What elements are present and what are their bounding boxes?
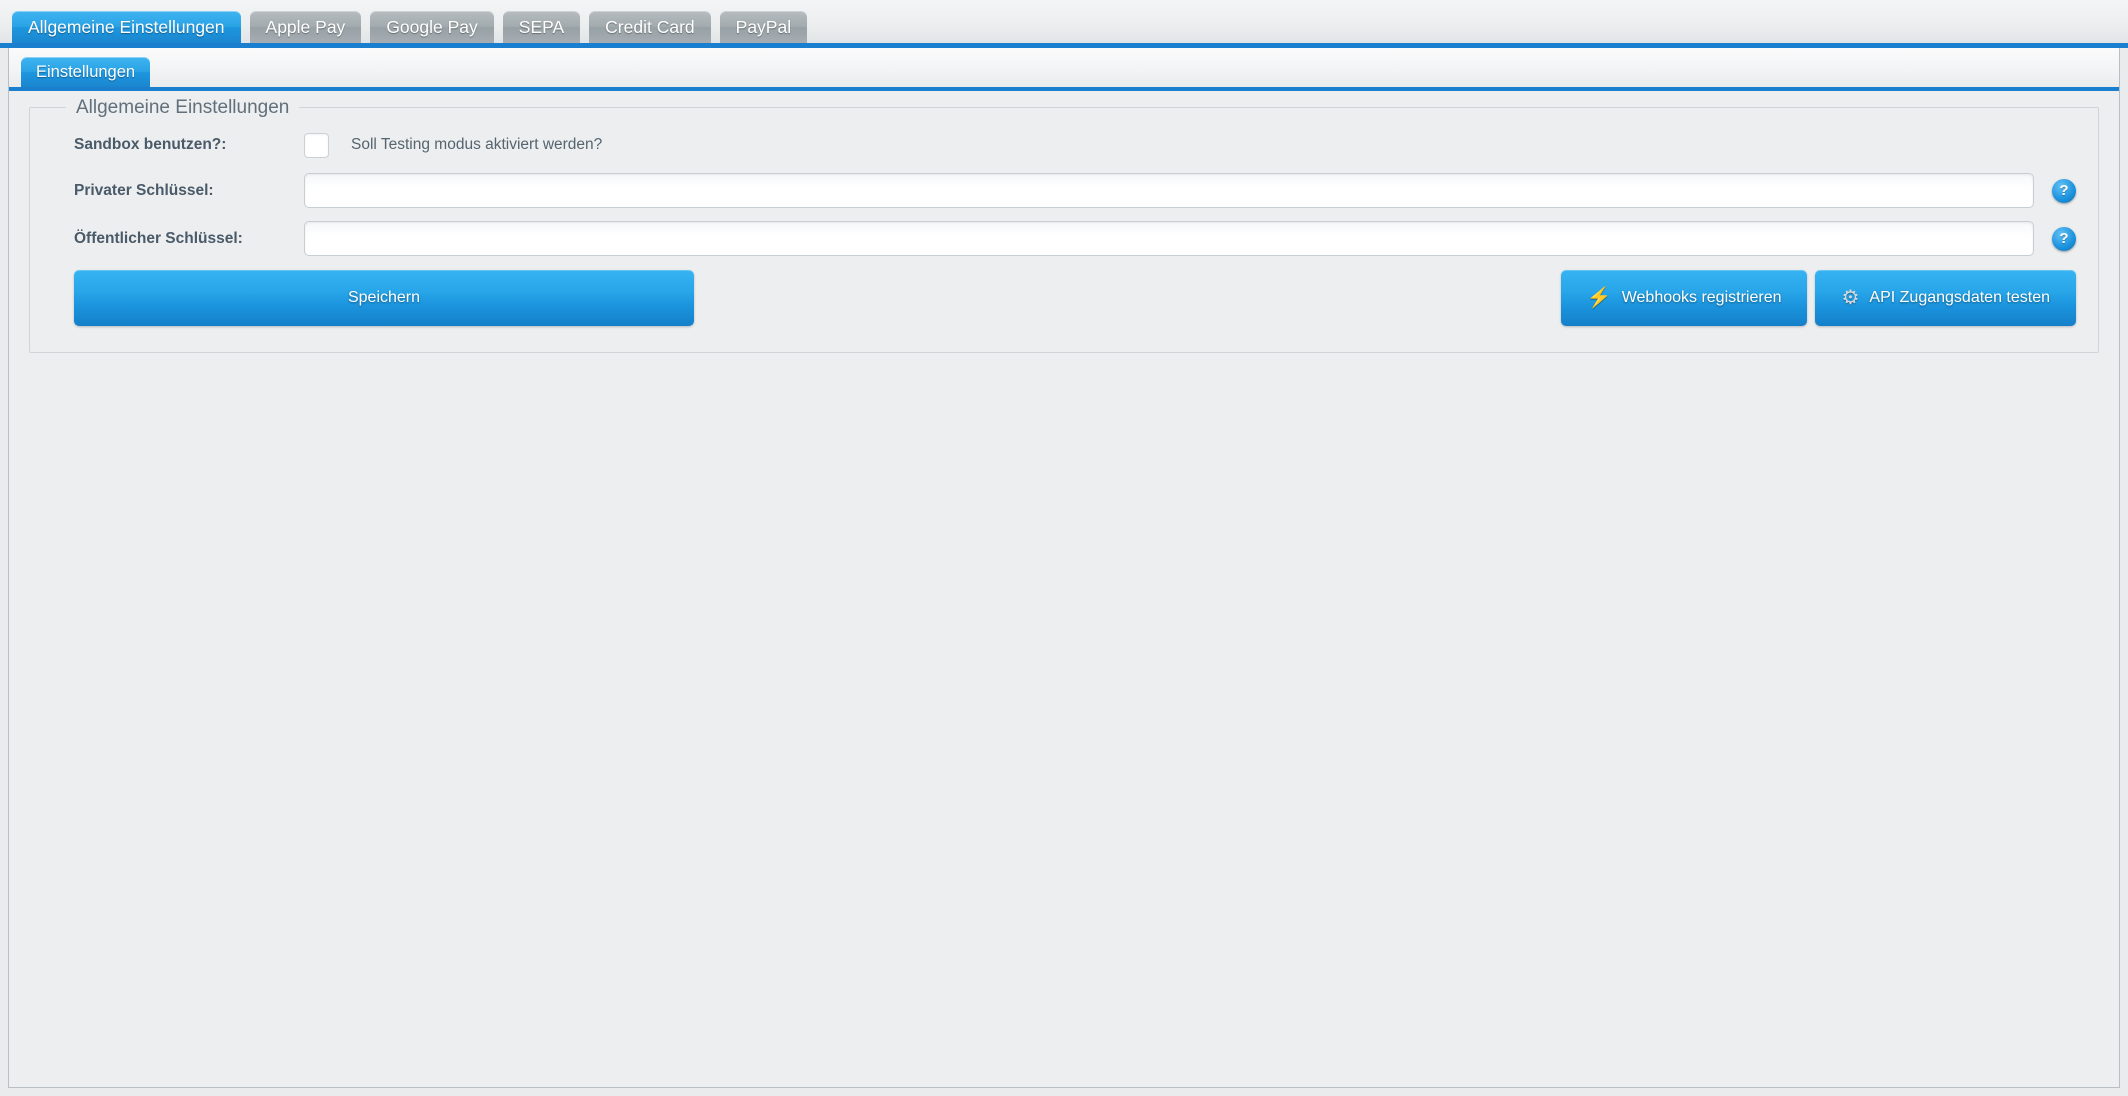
tab-allgemeine-einstellungen[interactable]: Allgemeine Einstellungen — [12, 11, 241, 43]
sandbox-checkbox[interactable] — [304, 132, 329, 158]
private-key-help-icon[interactable]: ? — [2052, 178, 2076, 203]
gear-icon: ⚙ — [1841, 287, 1860, 309]
lightning-bolt-icon: ⚡ — [1586, 287, 1612, 309]
tab-label: Allgemeine Einstellungen — [28, 16, 225, 37]
public-key-label: Öffentlicher Schlüssel: — [74, 229, 243, 247]
general-settings-fieldset: Allgemeine Einstellungen Sandbox benutze… — [29, 97, 2099, 353]
private-key-label: Privater Schlüssel: — [74, 181, 214, 199]
register-webhooks-button[interactable]: ⚡ Webhooks registrieren — [1560, 270, 1808, 326]
private-key-input[interactable] — [304, 173, 2034, 208]
test-api-credentials-button[interactable]: ⚙ API Zugangsdaten testen — [1815, 270, 2076, 326]
settings-panel: Allgemeine Einstellungen Sandbox benutze… — [9, 91, 2119, 353]
sandbox-row: Sandbox benutzen?: Soll Testing modus ak… — [52, 130, 2076, 160]
sandbox-hint: Soll Testing modus aktiviert werden? — [351, 136, 603, 153]
tab-sepa[interactable]: SEPA — [502, 11, 581, 43]
save-button-label: Speichern — [347, 289, 421, 306]
tab-google-pay[interactable]: Google Pay — [370, 11, 494, 43]
tab-label: Credit Card — [605, 16, 695, 37]
save-button[interactable]: Speichern — [74, 270, 694, 326]
payment-methods-tabbar: Allgemeine Einstellungen Apple Pay Googl… — [0, 0, 2128, 48]
private-key-row: Privater Schlüssel: ? — [52, 173, 2076, 208]
sandbox-label: Sandbox benutzen?: — [74, 136, 227, 153]
tab-label: Google Pay — [386, 16, 478, 37]
settings-subtabbar: Einstellungen — [9, 48, 2119, 91]
fieldset-legend: Allgemeine Einstellungen — [66, 97, 300, 119]
tab-credit-card[interactable]: Credit Card — [589, 11, 711, 43]
settings-container: Einstellungen Allgemeine Einstellungen S… — [8, 48, 2120, 1088]
tab-label: SEPA — [518, 16, 565, 37]
register-webhooks-label: Webhooks registrieren — [1621, 289, 1782, 306]
public-key-help-icon[interactable]: ? — [2052, 226, 2076, 251]
tab-einstellungen[interactable]: Einstellungen — [21, 57, 151, 87]
tab-apple-pay[interactable]: Apple Pay — [249, 11, 362, 43]
public-key-row: Öffentlicher Schlüssel: ? — [52, 221, 2076, 256]
tab-label: Einstellungen — [36, 62, 136, 81]
tab-label: Apple Pay — [265, 16, 346, 37]
action-button-row: Speichern ⚡ Webhooks registrieren ⚙ API … — [52, 270, 2076, 326]
tab-paypal[interactable]: PayPal — [719, 11, 808, 43]
tab-label: PayPal — [735, 16, 792, 37]
test-api-credentials-label: API Zugangsdaten testen — [1869, 289, 2050, 306]
public-key-input[interactable] — [304, 221, 2034, 256]
